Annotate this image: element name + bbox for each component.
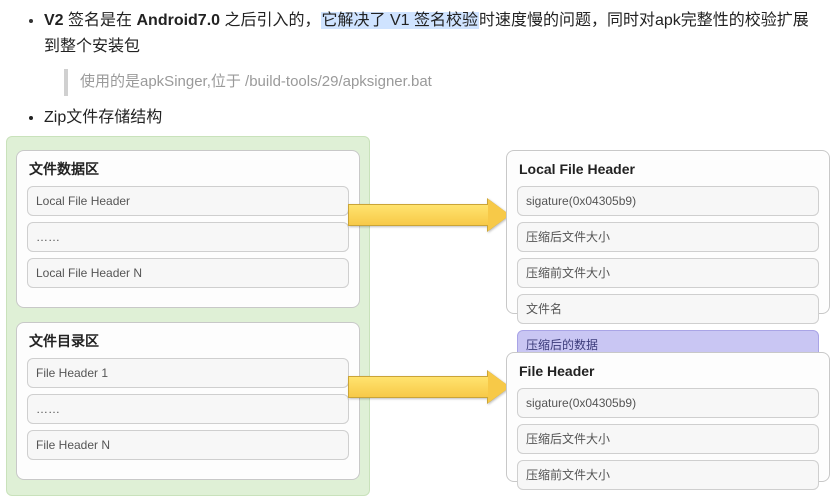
- list-item: 压缩后文件大小: [517, 424, 819, 454]
- panel-file-directory-area: 文件目录区 File Header 1 …… File Header N: [16, 322, 360, 480]
- panel-title: 文件数据区: [27, 159, 349, 180]
- highlighted-text: 它解决了 V1 签名校验: [321, 12, 479, 29]
- text-content: V2 签名是在 Android7.0 之后引入的，它解决了 V1 签名校验时速度…: [0, 0, 839, 130]
- list-item: Local File Header N: [27, 258, 349, 288]
- list-item: 文件名: [517, 294, 819, 324]
- list-item: ……: [27, 222, 349, 252]
- list-item: File Header N: [27, 430, 349, 460]
- bullet-zip-structure: Zip文件存储结构: [44, 106, 817, 130]
- list-item: ……: [27, 394, 349, 424]
- panel-file-header: File Header sigature(0x04305b9) 压缩后文件大小 …: [506, 352, 830, 482]
- list-item: Local File Header: [27, 186, 349, 216]
- list-item: sigature(0x04305b9): [517, 186, 819, 216]
- panel-title: File Header: [517, 361, 819, 382]
- list-item: sigature(0x04305b9): [517, 388, 819, 418]
- panel-title: 文件目录区: [27, 331, 349, 352]
- list-item: 压缩前文件大小: [517, 258, 819, 288]
- bullet-1-text: V2 签名是在 Android7.0 之后引入的，它解决了 V1 签名校验时速度…: [44, 12, 809, 55]
- list-item: File Header 1: [27, 358, 349, 388]
- bold-v2: V2: [44, 12, 64, 29]
- zip-structure-diagram: 文件数据区 Local File Header …… Local File He…: [0, 136, 839, 496]
- arrow-icon: [348, 200, 510, 230]
- panel-local-file-header: Local File Header sigature(0x04305b9) 压缩…: [506, 150, 830, 314]
- quote-apksigner: 使用的是apkSinger,位于 /build-tools/29/apksign…: [64, 69, 817, 96]
- list-item: 压缩后文件大小: [517, 222, 819, 252]
- panel-file-data-area: 文件数据区 Local File Header …… Local File He…: [16, 150, 360, 308]
- arrow-icon: [348, 372, 510, 402]
- bullet-list: V2 签名是在 Android7.0 之后引入的，它解决了 V1 签名校验时速度…: [22, 8, 817, 130]
- bold-android70: Android7.0: [136, 12, 220, 29]
- bullet-v2-signature: V2 签名是在 Android7.0 之后引入的，它解决了 V1 签名校验时速度…: [44, 8, 817, 96]
- list-item: 压缩前文件大小: [517, 460, 819, 490]
- panel-title: Local File Header: [517, 159, 819, 180]
